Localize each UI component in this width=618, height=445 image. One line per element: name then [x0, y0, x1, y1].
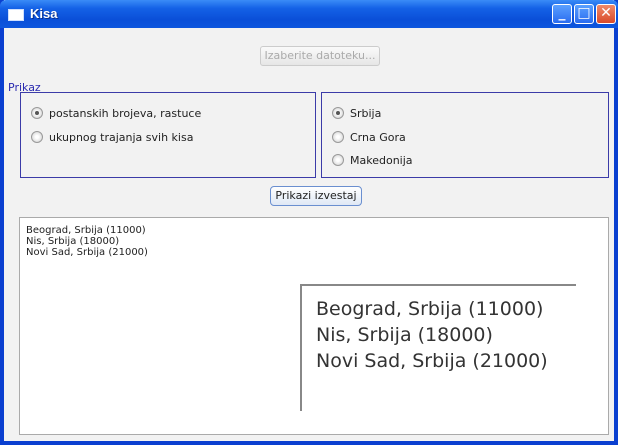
window-title: Kisa: [30, 6, 58, 21]
radio-country-srbija[interactable]: Srbija: [332, 105, 381, 121]
zoomed-report-line: Nis, Srbija (18000): [316, 324, 493, 346]
app-window: Kisa _ □ ✕ Izaberite datoteku... Prikaz …: [0, 0, 618, 445]
zoomed-report-line: Novi Sad, Srbija (21000): [316, 350, 548, 372]
report-line: Beograd, Srbija (11000): [26, 225, 146, 236]
close-button[interactable]: ✕: [596, 4, 616, 24]
radio-label: postanskih brojeva, rastuce: [49, 106, 202, 120]
report-text-area[interactable]: Beograd, Srbija (11000) Nis, Srbija (180…: [19, 217, 609, 435]
radio-button[interactable]: [332, 154, 344, 166]
title-bar[interactable]: Kisa _ □ ✕: [0, 0, 618, 28]
maximize-button[interactable]: □: [574, 4, 594, 24]
radio-button[interactable]: [31, 131, 43, 143]
radio-label: ukupnog trajanja svih kisa: [49, 130, 194, 144]
country-options-group: Srbija Crna Gora Makedonija: [321, 92, 609, 178]
radio-label: Makedonija: [350, 153, 413, 167]
sort-options-group: postanskih brojeva, rastuce ukupnog traj…: [20, 92, 316, 178]
minimize-button[interactable]: _: [552, 4, 572, 24]
main-content: Izaberite datoteku... Prikaz postanskih …: [4, 28, 614, 441]
radio-label: Srbija: [350, 106, 382, 120]
radio-country-makedonija[interactable]: Makedonija: [332, 152, 413, 168]
choose-file-button[interactable]: Izaberite datoteku...: [260, 46, 380, 66]
show-report-button[interactable]: Prikazi izvestaj: [270, 186, 362, 206]
radio-sort-postal[interactable]: postanskih brojeva, rastuce: [31, 105, 201, 121]
radio-sort-duration[interactable]: ukupnog trajanja svih kisa: [31, 129, 193, 145]
radio-country-crna-gora[interactable]: Crna Gora: [332, 129, 406, 145]
app-icon: [8, 9, 24, 21]
radio-button[interactable]: [31, 107, 43, 119]
radio-button[interactable]: [332, 107, 344, 119]
report-line: Nis, Srbija (18000): [26, 236, 120, 247]
report-line: Novi Sad, Srbija (21000): [26, 247, 148, 258]
zoomed-report-line: Beograd, Srbija (11000): [316, 298, 544, 320]
radio-button[interactable]: [332, 131, 344, 143]
zoomed-report-inset: Beograd, Srbija (11000) Nis, Srbija (180…: [300, 284, 576, 411]
radio-label: Crna Gora: [350, 130, 406, 144]
